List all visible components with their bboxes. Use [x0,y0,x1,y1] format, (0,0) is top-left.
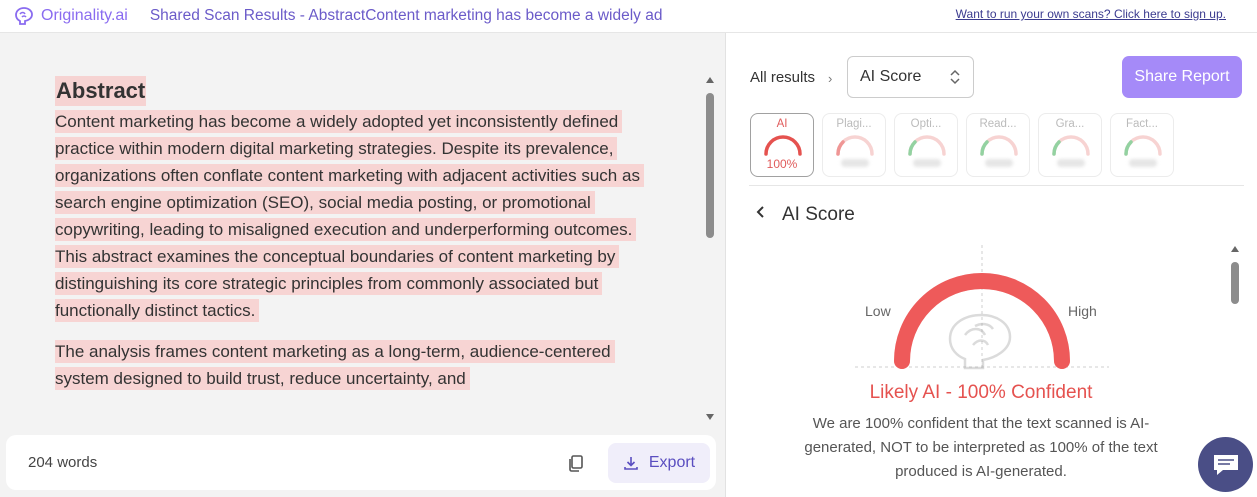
top-bar: Originality.ai Shared Scan Results - Abs… [0,0,1257,33]
share-report-button[interactable]: Share Report [1122,56,1242,98]
section-title: AI Score [782,204,855,225]
updown-chevron-icon [950,69,960,85]
scroll-thumb[interactable] [706,93,714,238]
tab-fact-check[interactable]: Fact... [1110,113,1174,177]
mini-gauge-icon [980,135,1018,156]
tab-label: Fact... [1126,118,1158,130]
blurred-score [1129,159,1157,167]
document-panel: Abstract Content marketing has become a … [0,33,726,497]
document-content: Abstract Content marketing has become a … [55,76,655,456]
tab-readability[interactable]: Read... [966,113,1030,177]
scroll-up-icon[interactable] [706,77,714,83]
mini-gauge-icon [908,135,946,156]
export-button[interactable]: Export [608,443,710,483]
mini-gauge-icon [1052,135,1090,156]
brain-logo-icon [15,7,33,25]
score-type-select[interactable]: AI Score [847,56,974,98]
download-icon [624,457,638,470]
copy-button[interactable] [566,453,586,473]
result-description: We are 100% confident that the text scan… [804,415,1158,480]
tab-label: AI [776,118,788,130]
scroll-up-icon[interactable] [1231,246,1239,252]
results-panel: All results › AI Score Share Report AI 1… [727,33,1257,497]
copy-icon [569,455,583,472]
logo-text: Originality.ai [41,7,128,24]
word-count: 204 words [28,454,98,471]
document-scrollbar[interactable] [705,77,715,421]
document-heading: Abstract [55,76,147,106]
tab-score: 100% [766,157,798,171]
score-tabs: AI 100% Plagi... Opti... Read... Gra... … [750,113,1174,177]
signup-link[interactable]: Want to run your own scans? Click here t… [956,7,1226,21]
back-chevron-icon[interactable] [755,205,767,219]
mini-gauge-icon [764,135,802,156]
brain-icon [948,313,1012,370]
gauge-high-label: High [1068,303,1097,319]
blurred-score [841,159,869,167]
tab-label: Gra... [1055,118,1085,130]
tab-label: Opti... [910,118,942,130]
export-label: Export [648,454,696,471]
result-title: Likely AI - 100% Confident [869,382,1093,403]
tab-plagiarism[interactable]: Plagi... [822,113,886,177]
highlighted-text: Content marketing has become a widely ad… [55,110,644,322]
tab-optimization[interactable]: Opti... [894,113,958,177]
tab-ai[interactable]: AI 100% [750,113,814,177]
document-paragraph: Content marketing has become a widely ad… [55,108,655,324]
mini-gauge-icon [1124,135,1162,156]
tab-grammar[interactable]: Gra... [1038,113,1102,177]
chat-icon [1213,454,1238,475]
select-value: AI Score [860,68,922,85]
document-footer: 204 words Export [6,435,716,490]
blurred-score [913,159,941,167]
scroll-thumb[interactable] [1231,262,1239,304]
chevron-right-icon: › [828,71,833,86]
blurred-score [985,159,1013,167]
page-title: Shared Scan Results - AbstractContent ma… [149,7,663,24]
chat-button[interactable] [1198,437,1253,492]
tab-label: Read... [979,118,1017,130]
divider [749,185,1244,186]
document-paragraph: The analysis frames content marketing as… [55,338,655,392]
mini-gauge-icon [836,135,874,156]
scroll-down-icon[interactable] [706,414,714,420]
gauge-low-label: Low [865,303,891,319]
tab-label: Plagi... [836,118,872,130]
highlighted-text: The analysis frames content marketing as… [55,340,615,390]
all-results-link[interactable]: All results [750,69,815,86]
logo[interactable]: Originality.ai [12,5,128,27]
blurred-score [1057,159,1085,167]
